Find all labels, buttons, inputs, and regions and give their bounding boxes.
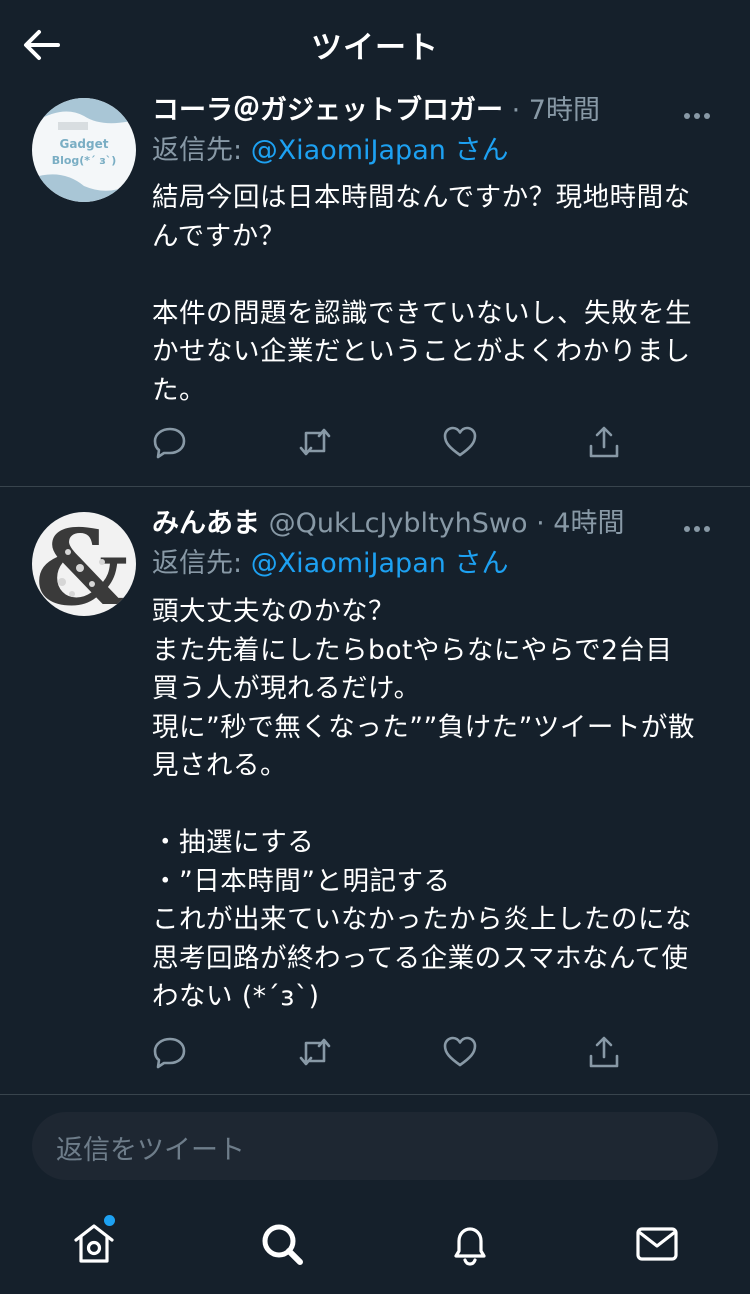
page-title: ツイート xyxy=(311,30,439,66)
like-icon[interactable] xyxy=(442,1034,478,1070)
home-icon[interactable] xyxy=(70,1220,118,1268)
home-notification-dot xyxy=(104,1215,115,1226)
retweet-icon[interactable] xyxy=(297,1034,333,1070)
text-line: 現に”秒で無くなった””負けた”ツイートが散 xyxy=(152,711,695,743)
tweet-text: 頭大丈夫なのかな？ また先着にしたらbotやらなにやらで2台目 買う人が現れるだ… xyxy=(152,593,722,1017)
more-icon[interactable] xyxy=(684,517,718,537)
avatar-image: Gadget Blog(*´ з`) xyxy=(32,98,136,202)
compose-placeholder: 返信をツイート xyxy=(56,1135,245,1166)
tweet-header: コーラ＠ガジェットブロガー · 7時間 xyxy=(152,94,660,128)
separator-dot: · xyxy=(536,508,545,539)
avatar-image: & xyxy=(35,512,129,616)
reply-compose-input[interactable]: 返信をツイート xyxy=(32,1112,718,1180)
bell-icon[interactable] xyxy=(446,1220,494,1268)
text-line: た。 xyxy=(152,374,206,406)
mail-icon[interactable] xyxy=(633,1220,681,1268)
reply-prefix: 返信先: xyxy=(152,135,251,166)
reply-prefix: 返信先: xyxy=(152,548,251,579)
display-name[interactable]: みんあま xyxy=(152,508,260,539)
text-line: わない (*´з`) xyxy=(152,981,320,1012)
handle[interactable]: @QukLcJybltyhSwo xyxy=(269,508,528,539)
text-line: 見される。 xyxy=(152,750,287,781)
svg-text:&: & xyxy=(35,512,129,616)
text-line xyxy=(152,786,722,825)
text-line: んですか？ xyxy=(152,220,286,252)
mention-link[interactable]: @XiaomiJapan xyxy=(251,135,446,166)
text-line: 買う人が現れるだけ。 xyxy=(152,673,421,704)
search-icon[interactable] xyxy=(258,1220,306,1268)
bottom-tab-bar xyxy=(0,1200,750,1294)
reply-icon[interactable] xyxy=(152,424,188,460)
text-line: 思考回路が終わってる企業のスマホなんて使 xyxy=(152,942,689,974)
tweet-header: みんあま @QukLcJybltyhSwo · 4時間 xyxy=(152,507,660,541)
text-line: かせない企業だということがよくわかりまし xyxy=(152,336,691,367)
reply-icon[interactable] xyxy=(152,1034,188,1070)
avatar[interactable]: & xyxy=(32,512,136,616)
more-icon[interactable] xyxy=(684,104,718,124)
reply-suffix: さん xyxy=(454,135,509,166)
retweet-icon[interactable] xyxy=(297,424,333,460)
text-line: 本件の問題を認識できていないし、失敗を生 xyxy=(152,297,692,329)
tweet-actions xyxy=(152,1034,652,1074)
share-icon[interactable] xyxy=(586,424,622,460)
tweet-actions xyxy=(152,424,652,464)
text-line: 結局今回は日本時間なんですか？現地時間な xyxy=(152,182,691,213)
text-line xyxy=(152,256,722,295)
tweet-text: 結局今回は日本時間なんですか？現地時間な んですか？ 本件の問題を認識できていな… xyxy=(152,179,722,410)
display-name[interactable]: コーラ＠ガジェットブロガー xyxy=(152,95,503,126)
separator-dot: · xyxy=(511,95,521,126)
share-icon[interactable] xyxy=(586,1034,622,1070)
tweet[interactable]: Gadget Blog(*´ з`) コーラ＠ガジェットブロガー · 7時間 返… xyxy=(0,88,750,487)
timestamp[interactable]: 4時間 xyxy=(553,508,624,539)
text-line: ・抽選にする xyxy=(152,827,315,858)
top-bar: ツイート xyxy=(0,0,750,88)
text-line: また先着にしたらbotやらなにやらで2台目 xyxy=(152,634,673,666)
tweet[interactable]: & みんあま @QukLcJybltyhSwo · 4時間 返信先: @Xiao… xyxy=(0,487,750,1095)
timestamp[interactable]: 7時間 xyxy=(529,95,600,126)
avatar[interactable]: Gadget Blog(*´ з`) xyxy=(32,98,136,202)
like-icon[interactable] xyxy=(442,424,478,460)
svg-text:Blog(*´ з`): Blog(*´ з`) xyxy=(52,154,117,167)
text-line: これが出来ていなかったから炎上したのにな xyxy=(152,904,692,935)
reply-context: 返信先: @XiaomiJapan さん xyxy=(152,134,508,168)
mention-link[interactable]: @XiaomiJapan xyxy=(251,548,446,579)
reply-suffix: さん xyxy=(454,548,509,579)
text-line: ・”日本時間”と明記する xyxy=(152,865,451,897)
reply-context: 返信先: @XiaomiJapan さん xyxy=(152,547,508,581)
text-line: 頭大丈夫なのかな？ xyxy=(152,596,395,627)
svg-text:Gadget: Gadget xyxy=(59,137,108,151)
